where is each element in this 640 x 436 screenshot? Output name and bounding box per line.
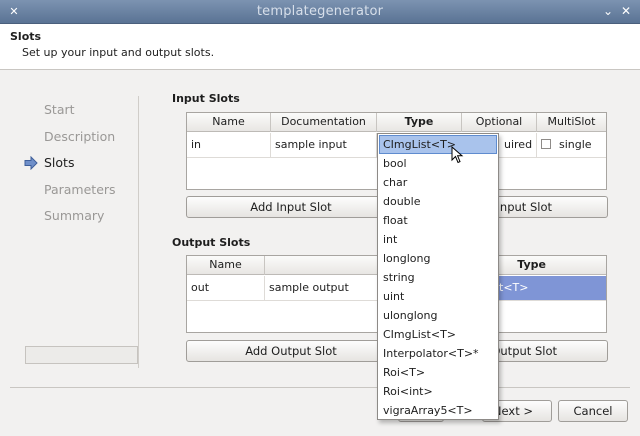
dropdown-option-selected[interactable]: CImgList<T> [379, 135, 497, 154]
column-header-optional[interactable]: Optional [462, 113, 537, 132]
cell-multislot[interactable]: single [537, 133, 606, 157]
step-label: Parameters [44, 181, 116, 197]
input-table-header: Name Documentation Type Optional MultiSl… [187, 113, 606, 132]
dropdown-option[interactable]: uint [379, 287, 497, 306]
optional-value: uired [504, 138, 533, 151]
chevron-down-icon[interactable]: ⌄ [600, 3, 616, 19]
dropdown-option[interactable]: ulonglong [379, 306, 497, 325]
column-header-multislot[interactable]: MultiSlot [537, 113, 606, 132]
cancel-button[interactable]: Cancel [558, 400, 628, 422]
dropdown-option[interactable]: string [379, 268, 497, 287]
dropdown-option[interactable]: vigraArray5<T> [379, 401, 497, 420]
sidebar-progress-box [25, 346, 138, 364]
step-label: Slots [44, 155, 75, 170]
multislot-checkbox[interactable] [541, 139, 551, 149]
page-header: Slots Set up your input and output slots… [0, 24, 640, 70]
cell-documentation[interactable]: sample input [271, 133, 377, 157]
type-dropdown-list[interactable]: CImgList<T> bool char double float int l… [377, 133, 499, 420]
wizard-steps: Start Description Slots Parameters Summa… [24, 100, 144, 233]
dropdown-option[interactable]: Roi<T> [379, 363, 497, 382]
step-start: Start [24, 100, 144, 127]
multislot-value: single [559, 138, 592, 151]
step-summary: Summary [24, 206, 144, 233]
dropdown-option[interactable]: CImgList<T> [379, 325, 497, 344]
column-header-name[interactable]: Name [187, 256, 265, 275]
cell-name[interactable]: out [187, 276, 265, 300]
step-label: Summary [44, 208, 105, 223]
dropdown-option[interactable]: double [379, 192, 497, 211]
dropdown-option[interactable]: Roi<int> [379, 382, 497, 401]
step-slots: Slots [24, 153, 144, 180]
mouse-pointer-icon [451, 146, 464, 164]
step-label: Description [44, 128, 116, 144]
close-icon[interactable]: ✕ [618, 3, 634, 19]
column-header-name[interactable]: Name [187, 113, 271, 132]
add-input-slot-button[interactable]: Add Input Slot [186, 196, 396, 218]
dropdown-option[interactable]: int [379, 230, 497, 249]
output-slots-heading: Output Slots [172, 236, 251, 249]
dropdown-option[interactable]: char [379, 173, 497, 192]
page-title: Slots [10, 30, 42, 43]
dropdown-option[interactable]: float [379, 211, 497, 230]
sidebar-divider [138, 96, 139, 368]
step-parameters: Parameters [24, 180, 144, 207]
cell-name[interactable]: in [187, 133, 271, 157]
step-description: Description [24, 127, 144, 154]
page-subtitle: Set up your input and output slots. [22, 46, 215, 59]
step-label: Start [44, 102, 75, 117]
dropdown-option[interactable]: Interpolator<T>* [379, 344, 497, 363]
window-titlebar: ✕ templategenerator ⌄ ✕ [0, 0, 640, 24]
dropdown-option[interactable]: longlong [379, 249, 497, 268]
footer-divider [10, 387, 630, 388]
add-output-slot-button[interactable]: Add Output Slot [186, 340, 396, 362]
window-title: templategenerator [256, 4, 384, 19]
arrow-right-icon [24, 156, 38, 170]
dropdown-option[interactable]: bool [379, 154, 497, 173]
input-slots-heading: Input Slots [172, 92, 240, 105]
column-header-documentation[interactable]: Documentation [271, 113, 377, 132]
column-header-type[interactable]: Type [377, 113, 462, 132]
